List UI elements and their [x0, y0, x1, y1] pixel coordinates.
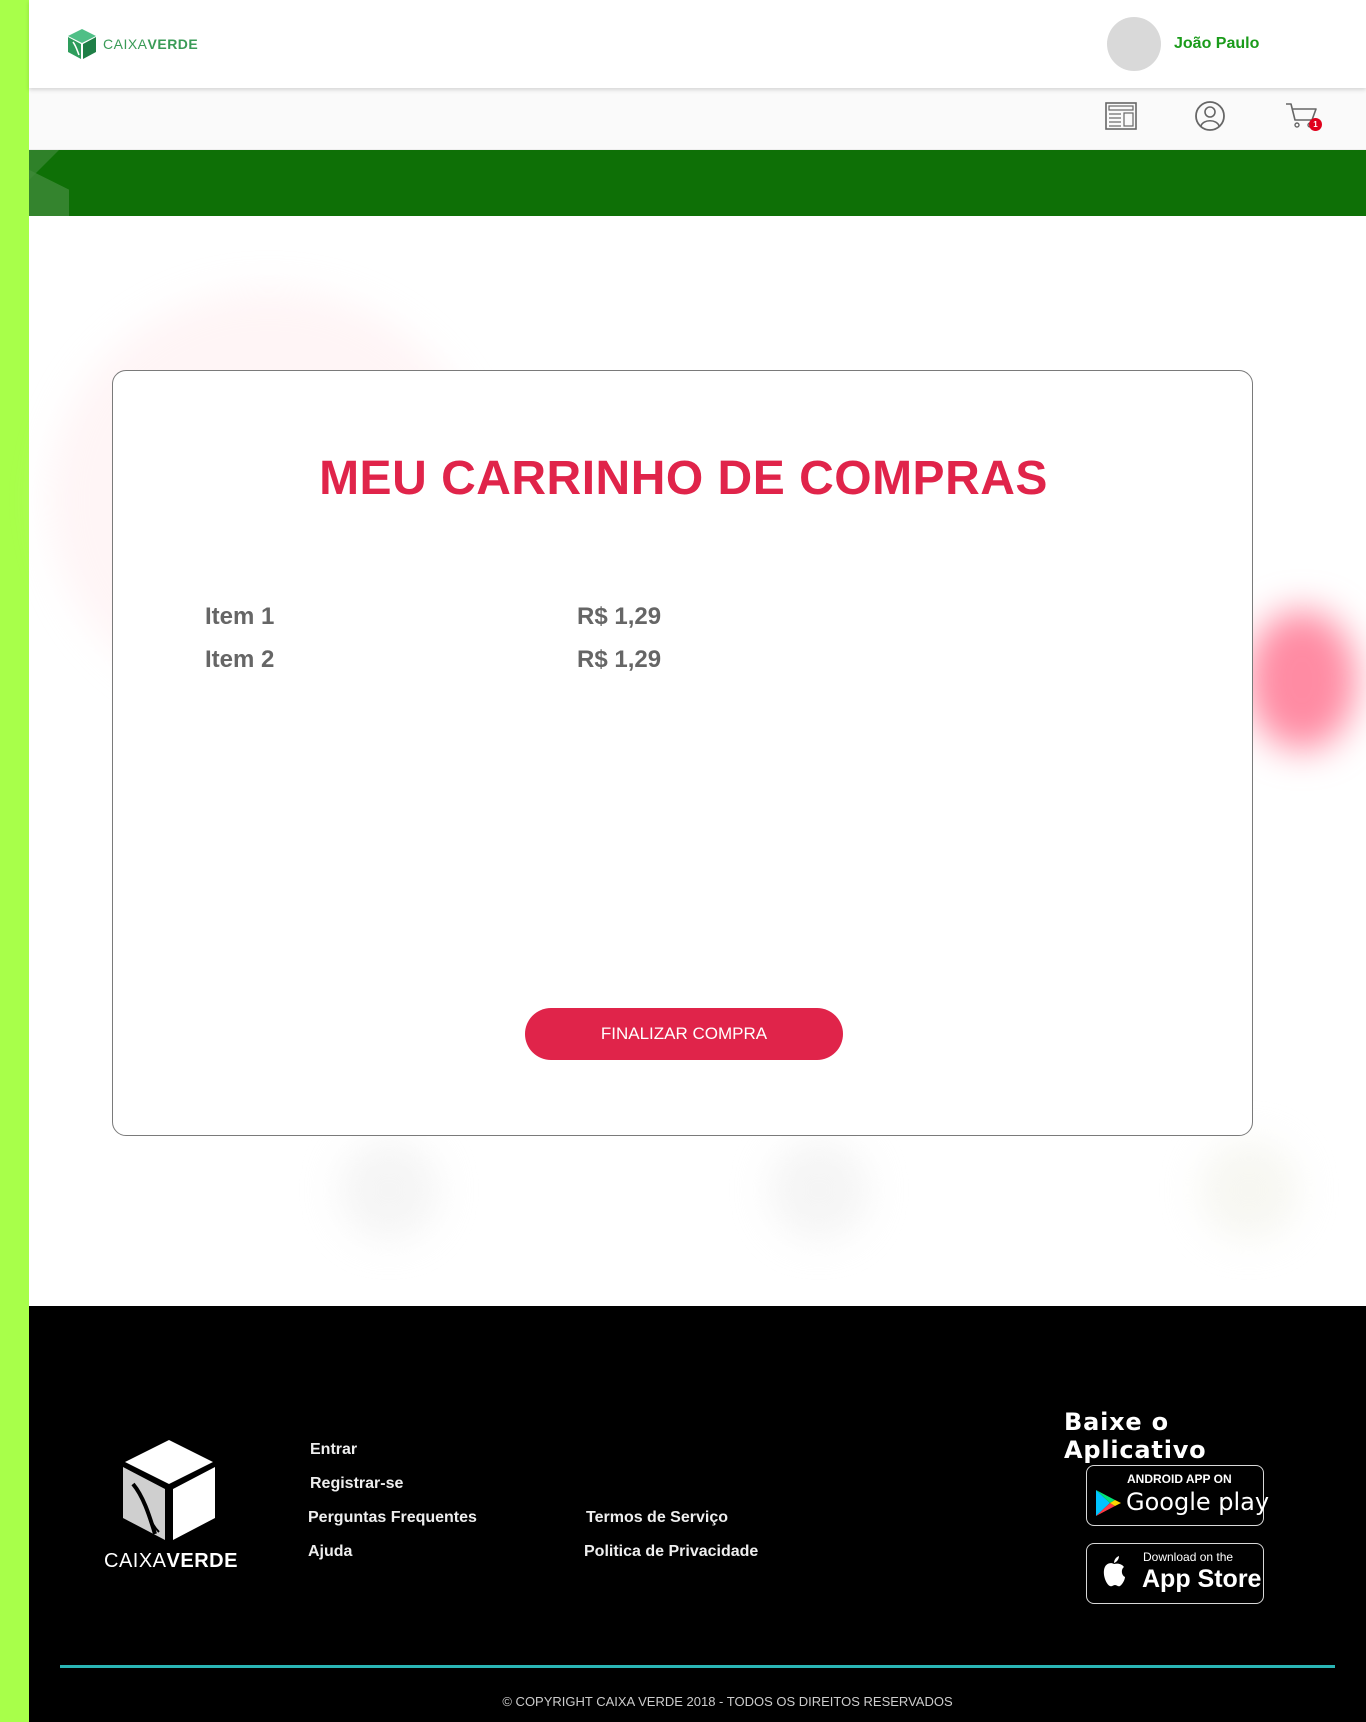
footer-divider	[60, 1665, 1335, 1668]
background-blur	[1247, 610, 1357, 750]
google-play-icon	[1096, 1490, 1121, 1516]
footer-link-faq[interactable]: Perguntas Frequentes	[308, 1509, 477, 1527]
page: CAIXAVERDE João Paulo 1 MEU CARRINHO DE …	[29, 0, 1366, 1722]
brand-name: CAIXAVERDE	[103, 36, 199, 52]
cube-logo-icon	[68, 29, 96, 59]
avatar[interactable]	[1107, 17, 1161, 71]
app-store-badge[interactable]: Download on the App Store	[1086, 1543, 1264, 1604]
footer-brand-name: CAIXAVERDE	[104, 1550, 238, 1572]
top-header: CAIXAVERDE João Paulo	[29, 0, 1366, 88]
google-badge-small-text: ANDROID APP ON	[1127, 1472, 1232, 1486]
copyright-text: © COPYRIGHT CAIXA VERDE 2018 - TODOS OS …	[502, 1694, 953, 1709]
footer-link-privacidade[interactable]: Politica de Privacidade	[584, 1543, 758, 1561]
user-name[interactable]: João Paulo	[1174, 35, 1259, 53]
footer-link-entrar[interactable]: Entrar	[310, 1441, 357, 1459]
background-blur	[769, 1140, 869, 1240]
cart-item-row: Item 2 R$ 1,29	[205, 646, 805, 680]
site-footer: CAIXAVERDE Entrar Registrar-se Perguntas…	[29, 1306, 1366, 1722]
checkout-button[interactable]: FINALIZAR COMPRA	[525, 1008, 843, 1060]
cart-item-name: Item 2	[205, 646, 275, 673]
user-menu[interactable]: João Paulo	[1107, 17, 1259, 71]
background-blur	[1199, 1140, 1299, 1240]
brand-logo[interactable]: CAIXAVERDE	[67, 28, 198, 60]
green-banner	[29, 150, 1366, 216]
footer-link-ajuda[interactable]: Ajuda	[308, 1543, 352, 1561]
user-circle-icon[interactable]	[1192, 98, 1228, 134]
cube-logo-icon	[123, 1440, 215, 1540]
footer-link-registrar[interactable]: Registrar-se	[310, 1475, 403, 1493]
cart-item-name: Item 1	[205, 603, 275, 630]
cart-item-price: R$ 1,29	[577, 603, 662, 630]
google-badge-big-text: Google play	[1126, 1488, 1270, 1516]
cart-item-row: Item 1 R$ 1,29	[205, 603, 805, 637]
cart-count-badge: 1	[1309, 118, 1322, 131]
cart-title: MEU CARRINHO DE COMPRAS	[319, 452, 1048, 505]
apple-icon	[1103, 1556, 1125, 1587]
google-play-badge[interactable]: ANDROID APP ON Google play	[1086, 1465, 1269, 1526]
cart-card: MEU CARRINHO DE COMPRAS Item 1 R$ 1,29 I…	[112, 370, 1253, 1136]
icon-toolbar: 1	[29, 88, 1366, 150]
app-download-heading: Baixe o Aplicativo	[1064, 1408, 1207, 1464]
newspaper-icon[interactable]	[1103, 98, 1139, 134]
appstore-badge-small-text: Download on the	[1143, 1550, 1234, 1564]
cart-item-price: R$ 1,29	[577, 646, 662, 673]
footer-logo[interactable]: CAIXAVERDE	[104, 1436, 238, 1573]
footer-link-termos[interactable]: Termos de Serviço	[586, 1509, 728, 1527]
background-blur	[339, 1140, 439, 1240]
appstore-badge-big-text: App Store	[1142, 1565, 1262, 1593]
cart-icon[interactable]: 1	[1284, 98, 1322, 134]
left-accent-stripe	[0, 0, 29, 1722]
